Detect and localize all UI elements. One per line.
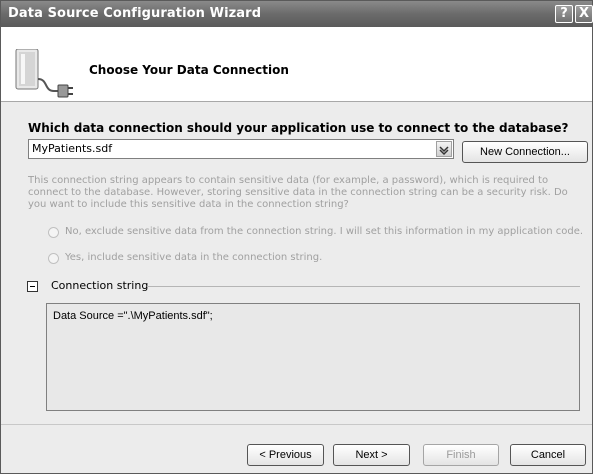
new-connection-button[interactable]: New Connection...	[462, 141, 588, 163]
connection-string-box: Data Source =".\MyPatients.sdf";	[46, 303, 580, 411]
include-sensitive-label: Yes, include sensitive data in the conne…	[65, 252, 323, 263]
include-sensitive-radio[interactable]	[48, 253, 59, 264]
finish-button[interactable]: Finish	[423, 444, 499, 466]
sensitive-data-warning: This connection string appears to contai…	[28, 175, 568, 210]
connection-question: Which data connection should your applic…	[28, 121, 569, 135]
cancel-button[interactable]: Cancel	[510, 444, 586, 466]
exclude-sensitive-label: No, exclude sensitive data from the conn…	[65, 226, 584, 237]
wizard-window: Data Source Configuration Wizard ? X Cho…	[0, 0, 593, 474]
next-button[interactable]: Next >	[333, 444, 410, 466]
close-button[interactable]: X	[575, 5, 593, 23]
selected-connection: MyPatients.sdf	[32, 142, 113, 155]
chevron-down-icon	[439, 146, 449, 156]
section-divider	[147, 286, 580, 287]
dropdown-button[interactable]	[436, 141, 452, 157]
exclude-sensitive-radio[interactable]	[48, 227, 59, 238]
help-button[interactable]: ?	[555, 5, 573, 23]
wizard-header: Choose Your Data Connection	[1, 27, 592, 102]
page-title: Choose Your Data Connection	[89, 63, 289, 77]
footer-divider	[1, 424, 592, 425]
window-title: Data Source Configuration Wizard	[8, 6, 262, 21]
collapse-toggle[interactable]	[27, 281, 38, 292]
title-bar: Data Source Configuration Wizard ? X	[1, 1, 593, 27]
previous-button[interactable]: < Previous	[247, 444, 324, 466]
database-icon	[15, 49, 73, 98]
connection-string-value: Data Source =".\MyPatients.sdf";	[53, 310, 213, 322]
connection-string-label: Connection string	[51, 279, 149, 292]
connection-select[interactable]: MyPatients.sdf	[28, 139, 454, 159]
